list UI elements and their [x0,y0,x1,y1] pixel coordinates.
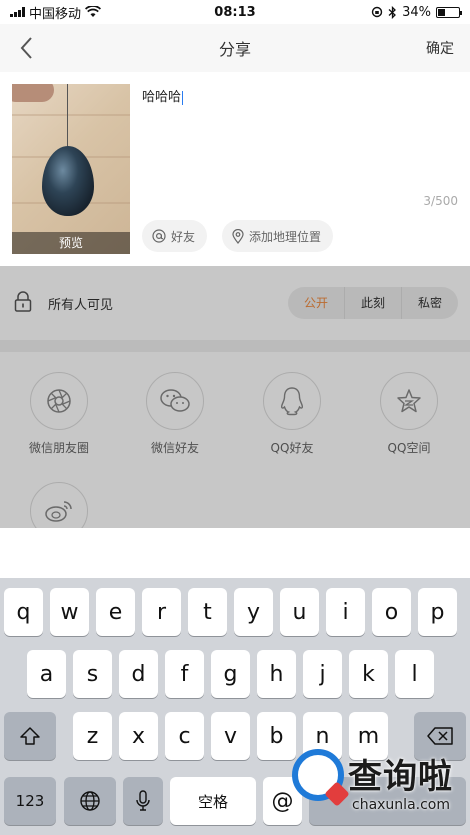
key-c[interactable]: c [165,712,204,760]
rotation-lock-icon [371,6,383,18]
numbers-key[interactable]: 123 [4,777,56,825]
privacy-row: 所有人可见 公开 此刻 私密 [0,266,470,340]
qzone-icon [380,372,438,430]
thumb-thread [67,84,68,152]
char-count: 3/500 [423,194,458,208]
share-qq-friends[interactable]: QQ好友 [247,372,337,456]
confirm-button[interactable]: 确定 [426,38,454,58]
key-k[interactable]: k [349,650,388,698]
key-a[interactable]: a [27,650,66,698]
key-g[interactable]: g [211,650,250,698]
photo-thumbnail[interactable]: 预览 [12,84,130,254]
share-screen: 中国移动 08:13 34% 分享 确定 预览 哈哈哈 3/500 好友 添加地… [0,0,470,835]
key-d[interactable]: d [119,650,158,698]
delete-key[interactable] [414,712,466,760]
key-i[interactable]: i [326,588,365,636]
thumb-finger [12,84,54,102]
share-wechat-moments[interactable]: 微信朋友圈 [14,372,104,456]
location-chip-label: 添加地理位置 [249,229,322,244]
key-e[interactable]: e [96,588,135,636]
share-label: QQ空间 [387,441,431,455]
key-t[interactable]: t [188,588,227,636]
add-location-button[interactable]: 添加地理位置 [222,220,334,252]
space-key[interactable]: 空格 [170,777,256,825]
globe-icon [80,791,100,811]
privacy-option-private[interactable]: 私密 [402,287,458,319]
keyboard: q w e r t y u i o p a s d f g h j k l z … [0,578,470,835]
friends-chip-label: 好友 [171,229,196,244]
location-pin-icon [232,228,244,244]
return-key[interactable] [309,777,466,825]
message-input[interactable]: 哈哈哈 [142,86,184,105]
wechat-moments-icon [30,372,88,430]
key-p[interactable]: p [418,588,457,636]
globe-key[interactable] [64,777,116,825]
thumb-stripe [12,114,130,116]
status-bar: 中国移动 08:13 34% [0,0,470,24]
qq-icon [263,372,321,430]
key-l[interactable]: l [395,650,434,698]
text-caret [182,90,184,105]
share-targets: 微信朋友圈 微信好友 QQ好友 QQ空间 [0,352,470,540]
shift-icon [20,727,40,745]
share-label: 微信朋友圈 [28,441,89,455]
battery-icon [436,6,462,18]
key-b[interactable]: b [257,712,296,760]
wifi-icon [85,6,102,17]
share-wechat-friends[interactable]: 微信好友 [130,372,220,456]
privacy-label: 所有人可见 [48,297,114,313]
at-icon [152,229,166,243]
bluetooth-icon [388,5,397,19]
key-v[interactable]: v [211,712,250,760]
privacy-segmented-control: 公开 此刻 私密 [288,287,458,319]
share-qzone[interactable]: QQ空间 [364,372,454,456]
key-u[interactable]: u [280,588,319,636]
privacy-option-moment[interactable]: 此刻 [345,287,402,319]
key-h[interactable]: h [257,650,296,698]
nav-bar: 分享 确定 [0,24,470,72]
carrier-label: 中国移动 [29,6,82,22]
shift-key[interactable] [4,712,56,760]
key-y[interactable]: y [234,588,273,636]
microphone-key[interactable] [123,777,163,825]
share-label: 微信好友 [150,441,199,455]
key-o[interactable]: o [372,588,411,636]
battery-percent: 34% [402,4,431,20]
key-m[interactable]: m [349,712,388,760]
key-j[interactable]: j [303,650,342,698]
key-q[interactable]: q [4,588,43,636]
key-n[interactable]: n [303,712,342,760]
share-label: QQ好友 [270,441,314,455]
compose-area: 预览 哈哈哈 3/500 好友 添加地理位置 [0,72,470,266]
key-s[interactable]: s [73,650,112,698]
wechat-icon [146,372,204,430]
message-text: 哈哈哈 [142,90,182,105]
backspace-icon [427,727,453,745]
status-right: 34% [371,4,462,20]
signal-icon [10,7,25,17]
section-divider [0,340,470,352]
preview-label[interactable]: 预览 [12,232,130,254]
back-arrow-icon[interactable] [16,34,40,62]
key-r[interactable]: r [142,588,181,636]
key-w[interactable]: w [50,588,89,636]
status-left: 中国移动 [10,3,102,22]
key-x[interactable]: x [119,712,158,760]
microphone-icon [136,790,150,811]
at-key[interactable]: @ [263,777,302,825]
blank-area [0,528,470,578]
key-f[interactable]: f [165,650,204,698]
lock-icon [14,291,32,312]
page-title: 分享 [218,40,251,59]
privacy-option-public[interactable]: 公开 [288,287,345,319]
key-z[interactable]: z [73,712,112,760]
mention-friends-button[interactable]: 好友 [142,220,208,252]
